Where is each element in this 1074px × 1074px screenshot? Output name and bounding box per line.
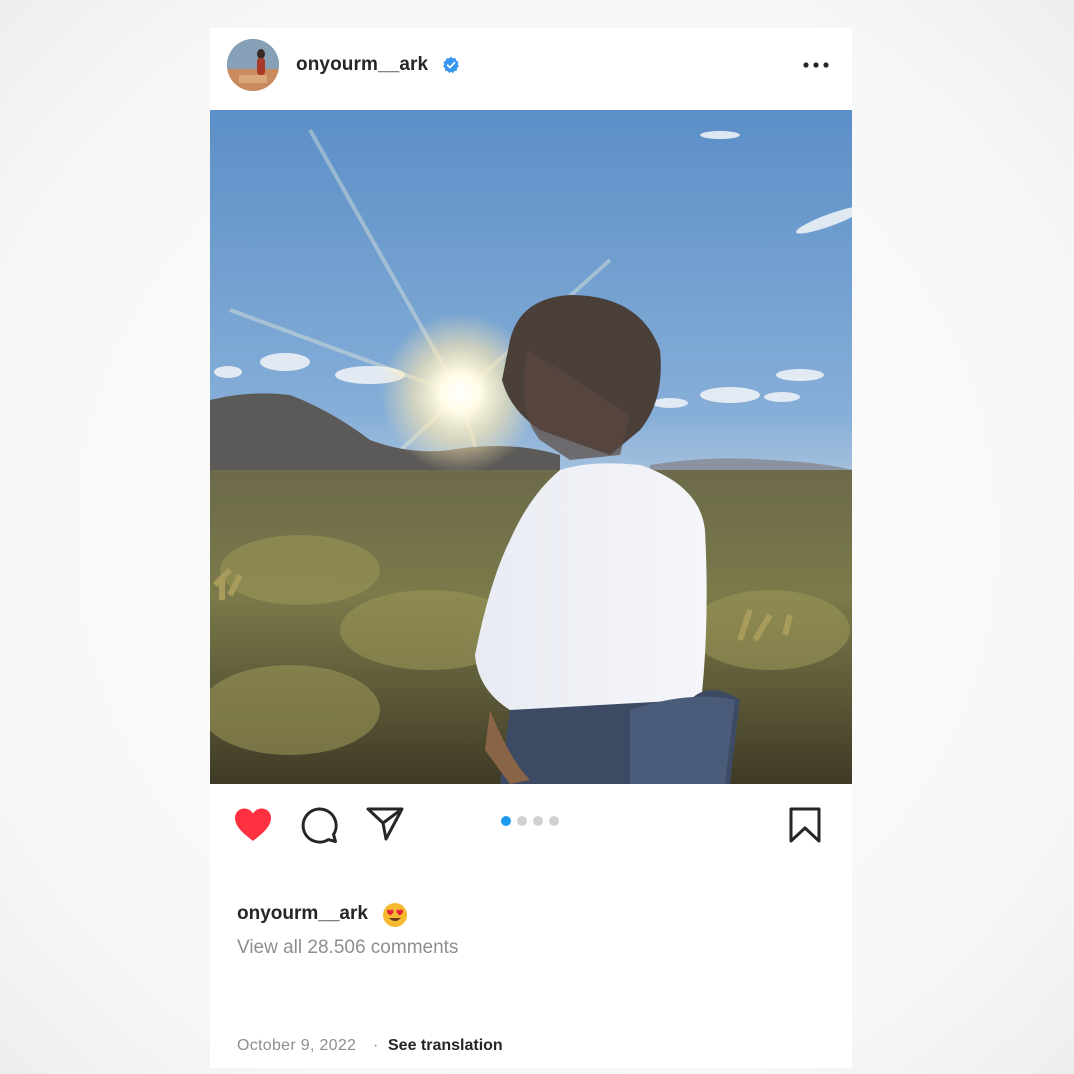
carousel-dot[interactable] bbox=[517, 816, 527, 826]
carousel-dot[interactable] bbox=[549, 816, 559, 826]
post-username[interactable]: onyourm__ark bbox=[296, 54, 428, 76]
view-all-comments-link[interactable]: View all 28.506 comments bbox=[237, 937, 458, 959]
caption-username[interactable]: onyourm__ark bbox=[237, 903, 368, 925]
heart-icon[interactable] bbox=[232, 806, 274, 844]
bookmark-icon[interactable] bbox=[787, 806, 823, 844]
avatar[interactable] bbox=[227, 39, 279, 91]
post-date: October 9, 2022 bbox=[237, 1037, 357, 1054]
carousel-dot-active[interactable] bbox=[501, 816, 511, 826]
share-icon[interactable] bbox=[365, 806, 405, 842]
heart-eyes-emoji-icon bbox=[383, 903, 407, 927]
carousel-dot[interactable] bbox=[533, 816, 543, 826]
carousel-indicator bbox=[501, 816, 559, 826]
verified-badge-icon bbox=[443, 56, 459, 74]
see-translation-link[interactable]: See translation bbox=[388, 1037, 503, 1055]
comment-icon[interactable] bbox=[300, 806, 338, 844]
separator-dot: · bbox=[373, 1037, 379, 1054]
more-horizontal-icon[interactable] bbox=[800, 52, 832, 78]
post-photo[interactable] bbox=[210, 110, 852, 784]
